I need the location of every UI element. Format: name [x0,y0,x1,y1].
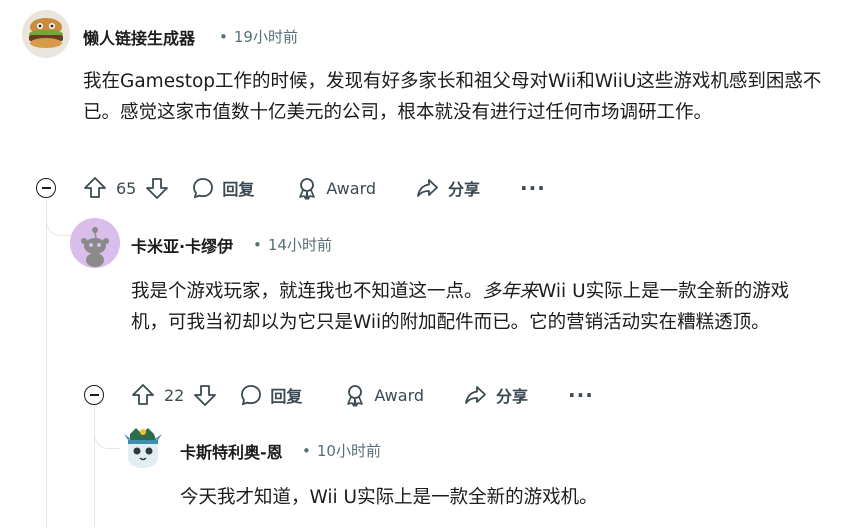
upvote-icon [84,177,106,198]
reply-button[interactable]: 回复 [238,382,302,408]
comment-time[interactable]: 19小时前 [234,28,298,46]
comment-body-emphasis: 多年来 [482,281,539,302]
award-label: Award [326,178,377,198]
reply-icon [241,385,262,406]
snoo-avatar-icon [70,218,120,268]
share-icon [417,179,438,197]
comment-actions: 22 回复 Award 分享 ··· [130,380,594,410]
comment-meta: • 10小时前 [296,440,381,461]
more-options-button[interactable]: ··· [520,176,546,200]
comment-time[interactable]: 10小时前 [317,442,381,460]
comment-actions: 65 回复 Award 分享 ··· [82,173,546,203]
thread-connector [46,205,71,236]
more-icon: ··· [520,176,546,200]
vote-count: 65 [116,178,137,198]
burger-avatar-icon [22,10,70,58]
avatar[interactable] [120,424,166,470]
share-button[interactable]: 分享 [414,175,480,201]
comment-body: 今天我才知道，Wii U实际上是一款全新的游戏机。 [180,487,598,508]
award-button[interactable]: Award [342,382,424,408]
award-label: Award [374,385,425,405]
comment-author[interactable]: 懒人链接生成器 [83,25,195,49]
award-icon [299,178,316,200]
comment-author[interactable]: 卡米亚·卡缪伊 [131,233,233,257]
reply-label: 回复 [222,180,255,199]
downvote-icon [194,385,217,406]
share-label: 分享 [496,387,529,406]
meta-separator: • [253,236,262,254]
share-button[interactable]: 分享 [462,382,528,408]
reply-button[interactable]: 回复 [190,175,254,201]
meta-separator: • [302,442,311,460]
comment-meta: • 14小时前 [247,234,332,255]
reply-icon [193,178,214,199]
avatar[interactable] [70,218,120,268]
award-icon [347,385,364,407]
reply-label: 回复 [270,387,303,406]
thread-line-level1[interactable] [46,198,47,528]
more-icon: ··· [568,383,594,407]
collapse-button[interactable] [36,178,56,198]
avatar[interactable] [22,10,70,58]
comment-body: 我在Gamestop工作的时候，发现有好多家长和祖父母对Wii和WiiU这些游戏… [83,71,822,123]
comment-author[interactable]: 卡斯特利奥-恩 [180,439,283,463]
share-icon [465,386,486,404]
downvote-icon [146,178,169,199]
comment-meta: • 19小时前 [213,26,298,47]
cat-avatar-icon [124,428,162,468]
collapse-icon [41,187,51,189]
comment-time[interactable]: 14小时前 [268,236,332,254]
thread-connector [94,412,121,449]
vote-count: 22 [164,385,185,405]
downvote-button[interactable] [144,175,170,201]
comment-body: 我是个游戏玩家，就连我也不知道这一点。多年来Wii U实际上是一款全新的游戏机，… [131,276,821,338]
downvote-button[interactable] [192,382,218,408]
award-button[interactable]: Award [294,175,376,201]
upvote-button[interactable] [130,382,156,408]
upvote-icon [132,384,154,405]
share-label: 分享 [448,180,481,199]
comment-body-text: 我是个游戏玩家，就连我也不知道这一点。 [131,281,483,302]
more-options-button[interactable]: ··· [568,383,594,407]
collapse-icon [89,394,99,396]
upvote-button[interactable] [82,175,108,201]
meta-separator: • [219,28,228,46]
collapse-button[interactable] [84,385,104,405]
